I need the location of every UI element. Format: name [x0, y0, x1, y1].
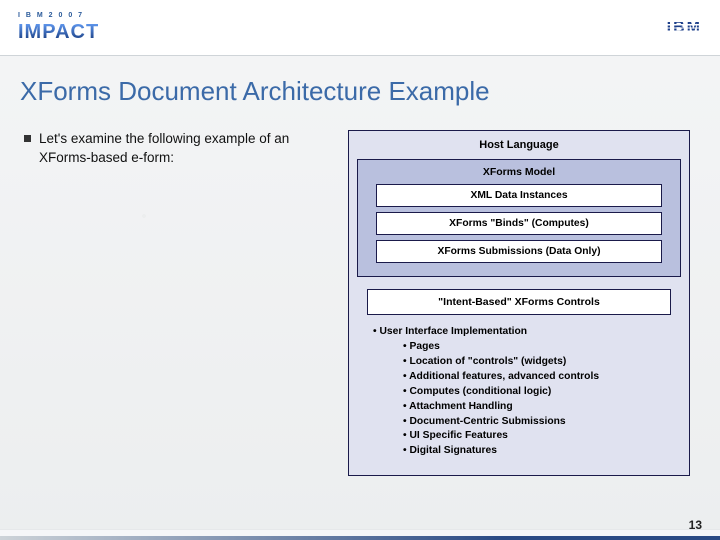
model-item: XML Data Instances [376, 184, 662, 207]
impl-item-text: Location of "controls" (widgets) [409, 356, 566, 367]
list-item: • Additional features, advanced controls [403, 370, 681, 385]
body-text-block: Let's examine the following example of a… [24, 130, 324, 168]
impl-item-text: Digital Signatures [409, 445, 497, 456]
impact-logo-top: I B M 2 0 0 7 [18, 12, 99, 19]
list-item: • Computes (conditional logic) [403, 385, 681, 400]
impl-item-text: UI Specific Features [409, 430, 507, 441]
list-item: • Location of "controls" (widgets) [403, 355, 681, 370]
footer-stripe [0, 535, 720, 540]
slide: I B M 2 0 0 7 IMPACT IBM XForms Document… [0, 0, 720, 540]
impact-logo: I B M 2 0 0 7 IMPACT [18, 12, 99, 44]
body-bullet-text: Let's examine the following example of a… [39, 130, 324, 168]
impl-item-text: Additional features, advanced controls [409, 371, 599, 382]
list-item: • UI Specific Features [403, 429, 681, 444]
impl-item-text: Document-Centric Submissions [409, 416, 565, 427]
impl-item-text: Attachment Handling [409, 401, 513, 412]
model-item: XForms "Binds" (Computes) [376, 212, 662, 235]
list-item: • Digital Signatures [403, 444, 681, 459]
list-item: • Pages [403, 340, 681, 355]
list-item: • Attachment Handling [403, 400, 681, 415]
impl-item-text: Pages [409, 341, 439, 352]
list-item: • User Interface Implementation [373, 325, 681, 340]
list-item: • Document-Centric Submissions [403, 415, 681, 430]
impl-head-text: User Interface Implementation [379, 326, 527, 337]
xforms-model-label: XForms Model [364, 166, 674, 178]
slide-title: XForms Document Architecture Example [20, 76, 490, 107]
bullet-square-icon [24, 135, 31, 142]
impl-item-text: Computes (conditional logic) [409, 386, 551, 397]
architecture-diagram: Host Language XForms Model XML Data Inst… [348, 130, 690, 476]
header-bar: I B M 2 0 0 7 IMPACT IBM [0, 0, 720, 56]
host-language-label: Host Language [357, 139, 681, 151]
ibm-logo-text: IBM [667, 19, 702, 37]
xforms-controls-box: "Intent-Based" XForms Controls [367, 289, 671, 315]
xforms-model-box: XForms Model XML Data Instances XForms "… [357, 159, 681, 277]
model-item: XForms Submissions (Data Only) [376, 240, 662, 263]
ibm-logo: IBM [667, 19, 702, 37]
body-bullet: Let's examine the following example of a… [24, 130, 324, 168]
impact-logo-main: IMPACT [18, 21, 99, 44]
ui-implementation-list: • User Interface Implementation • Pages … [373, 325, 681, 459]
